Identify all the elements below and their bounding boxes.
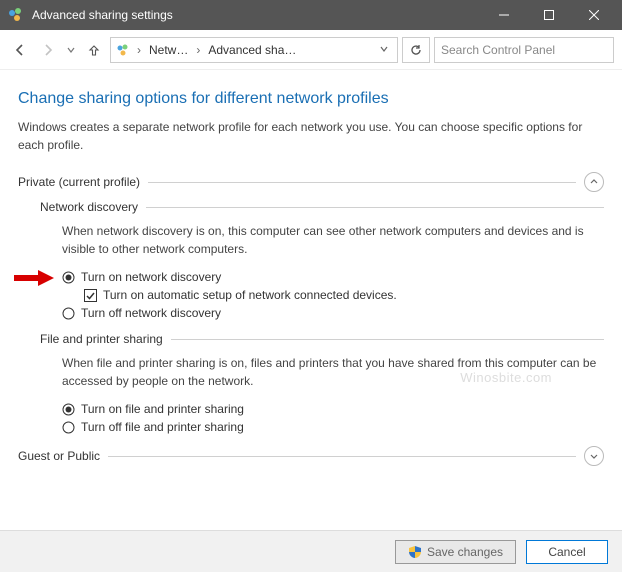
- expand-button[interactable]: [584, 446, 604, 466]
- subsection-title: File and printer sharing: [40, 332, 171, 346]
- window-title: Advanced sharing settings: [32, 8, 173, 22]
- button-label: Save changes: [427, 545, 503, 559]
- network-discovery-options: Turn on network discovery Turn on automa…: [62, 270, 604, 320]
- divider: [146, 207, 604, 208]
- search-input[interactable]: Search Control Panel: [434, 37, 614, 63]
- page-heading: Change sharing options for different net…: [18, 90, 604, 108]
- cancel-button[interactable]: Cancel: [526, 540, 608, 564]
- radio-selected-icon: [62, 403, 75, 416]
- minimize-button[interactable]: [481, 0, 526, 30]
- control-panel-icon: [8, 7, 24, 23]
- address-bar[interactable]: › Netw… › Advanced sha…: [110, 37, 398, 63]
- save-changes-button[interactable]: Save changes: [395, 540, 516, 564]
- titlebar: Advanced sharing settings: [0, 0, 622, 30]
- uac-shield-icon: [408, 545, 422, 559]
- chevron-right-icon: ›: [135, 43, 143, 57]
- close-button[interactable]: [571, 0, 616, 30]
- button-label: Cancel: [548, 545, 585, 559]
- profile-section-guest[interactable]: Guest or Public: [18, 446, 604, 466]
- divider: [148, 182, 576, 183]
- content-area: Change sharing options for different net…: [0, 70, 622, 530]
- radio-turn-on-network-discovery[interactable]: Turn on network discovery: [62, 270, 604, 284]
- annotation-arrow-icon: [14, 270, 54, 286]
- option-label: Turn on file and printer sharing: [81, 402, 244, 416]
- option-label: Turn on automatic setup of network conne…: [103, 288, 397, 302]
- checkbox-checked-icon: [84, 289, 97, 302]
- option-label: Turn off network discovery: [81, 306, 221, 320]
- radio-unselected-icon: [62, 421, 75, 434]
- divider: [108, 456, 576, 457]
- profile-section-private[interactable]: Private (current profile): [18, 172, 604, 192]
- checkbox-auto-setup[interactable]: Turn on automatic setup of network conne…: [84, 288, 604, 302]
- refresh-button[interactable]: [402, 37, 430, 63]
- file-printer-options: Turn on file and printer sharing Turn of…: [62, 402, 604, 434]
- navigation-bar: › Netw… › Advanced sha… Search Control P…: [0, 30, 622, 70]
- forward-button[interactable]: [36, 38, 60, 62]
- footer-bar: Save changes Cancel: [0, 530, 622, 572]
- breadcrumb-item[interactable]: Netw…: [147, 43, 190, 57]
- option-label: Turn on network discovery: [81, 270, 221, 284]
- back-button[interactable]: [8, 38, 32, 62]
- radio-turn-on-file-printer[interactable]: Turn on file and printer sharing: [62, 402, 604, 416]
- breadcrumb-item[interactable]: Advanced sha…: [206, 43, 298, 57]
- chevron-right-icon: ›: [194, 43, 202, 57]
- radio-turn-off-file-printer[interactable]: Turn off file and printer sharing: [62, 420, 604, 434]
- subsection-description: When file and printer sharing is on, fil…: [62, 354, 604, 390]
- history-dropdown[interactable]: [64, 38, 78, 62]
- page-intro: Windows creates a separate network profi…: [18, 118, 604, 154]
- subsection-title: Network discovery: [40, 200, 146, 214]
- maximize-button[interactable]: [526, 0, 571, 30]
- control-panel-icon: [115, 42, 131, 58]
- radio-unselected-icon: [62, 307, 75, 320]
- profile-label: Private (current profile): [18, 175, 148, 189]
- profile-label: Guest or Public: [18, 449, 108, 463]
- address-dropdown[interactable]: [375, 43, 393, 57]
- collapse-button[interactable]: [584, 172, 604, 192]
- subsection-network-discovery: Network discovery When network discovery…: [40, 200, 604, 320]
- up-button[interactable]: [82, 38, 106, 62]
- divider: [171, 339, 604, 340]
- subsection-file-printer-sharing: File and printer sharing When file and p…: [40, 332, 604, 434]
- radio-turn-off-network-discovery[interactable]: Turn off network discovery: [62, 306, 604, 320]
- search-placeholder: Search Control Panel: [441, 43, 555, 57]
- radio-selected-icon: [62, 271, 75, 284]
- option-label: Turn off file and printer sharing: [81, 420, 244, 434]
- subsection-description: When network discovery is on, this compu…: [62, 222, 604, 258]
